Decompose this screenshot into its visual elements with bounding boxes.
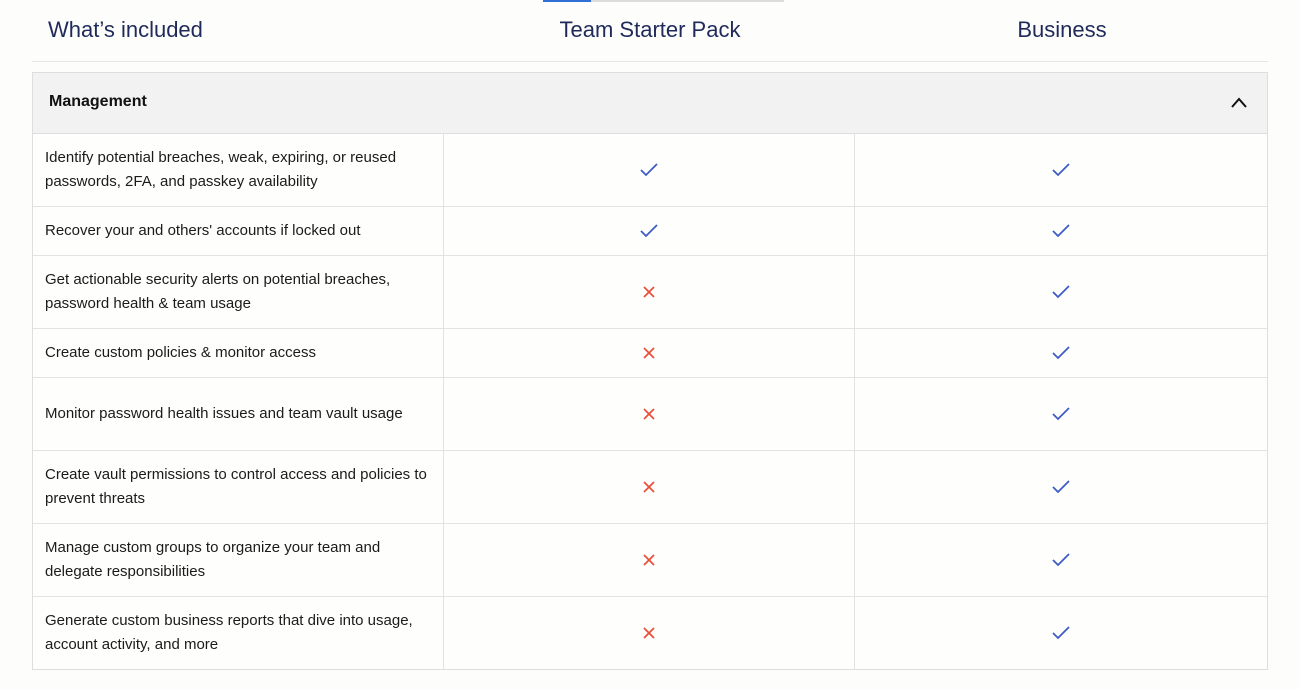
chevron-up-icon[interactable]	[1229, 93, 1249, 113]
business-availability	[855, 256, 1267, 328]
check-icon	[1052, 346, 1070, 360]
feature-comparison-table: Management Identify potential breaches, …	[32, 72, 1268, 670]
check-icon	[1052, 285, 1070, 299]
cross-icon	[643, 347, 655, 359]
check-icon	[640, 163, 658, 177]
business-availability	[855, 207, 1267, 255]
section-title: Management	[49, 93, 147, 110]
check-icon	[640, 224, 658, 238]
comparison-page: What’s included Team Starter Pack Busine…	[0, 0, 1300, 689]
check-icon	[1052, 407, 1070, 421]
table-row: Get actionable security alerts on potent…	[33, 256, 1267, 329]
team-starter-availability	[444, 524, 856, 596]
feature-label: Create vault permissions to control acce…	[33, 451, 444, 523]
cross-icon	[643, 627, 655, 639]
business-availability	[855, 524, 1267, 596]
business-availability	[855, 329, 1267, 377]
check-icon	[1052, 553, 1070, 567]
business-availability	[855, 451, 1267, 523]
check-icon	[1052, 224, 1070, 238]
feature-label: Get actionable security alerts on potent…	[33, 256, 444, 328]
table-row: Create custom policies & monitor access	[33, 329, 1267, 378]
team-starter-availability	[444, 207, 856, 255]
business-availability	[855, 134, 1267, 206]
team-starter-availability	[444, 451, 856, 523]
whats-included-heading: What’s included	[48, 17, 203, 42]
team-starter-availability	[444, 329, 856, 377]
team-starter-availability	[444, 378, 856, 450]
check-icon	[1052, 480, 1070, 494]
feature-label: Identify potential breaches, weak, expir…	[33, 134, 444, 206]
table-row: Create vault permissions to control acce…	[33, 451, 1267, 524]
business-availability	[855, 597, 1267, 669]
table-row: Identify potential breaches, weak, expir…	[33, 134, 1267, 207]
check-icon	[1052, 163, 1070, 177]
plan-heading-business: Business	[1017, 17, 1107, 42]
feature-rows: Identify potential breaches, weak, expir…	[33, 134, 1267, 669]
table-row: Recover your and others' accounts if loc…	[33, 207, 1267, 256]
feature-label: Generate custom business reports that di…	[33, 597, 444, 669]
cross-icon	[643, 481, 655, 493]
cross-icon	[643, 286, 655, 298]
feature-label: Monitor password health issues and team …	[33, 378, 444, 450]
check-icon	[1052, 626, 1070, 640]
comparison-header: What’s included Team Starter Pack Busine…	[32, 0, 1268, 62]
cross-icon	[643, 554, 655, 566]
feature-label: Manage custom groups to organize your te…	[33, 524, 444, 596]
team-starter-availability	[444, 597, 856, 669]
section-toggle-management[interactable]: Management	[33, 73, 1267, 134]
table-row: Monitor password health issues and team …	[33, 378, 1267, 451]
cross-icon	[643, 408, 655, 420]
team-starter-availability	[444, 256, 856, 328]
plan-heading-team-starter: Team Starter Pack	[559, 17, 741, 42]
feature-label: Create custom policies & monitor access	[33, 329, 444, 377]
table-row: Generate custom business reports that di…	[33, 597, 1267, 669]
business-availability	[855, 378, 1267, 450]
feature-label: Recover your and others' accounts if loc…	[33, 207, 444, 255]
table-row: Manage custom groups to organize your te…	[33, 524, 1267, 597]
team-starter-availability	[444, 134, 856, 206]
